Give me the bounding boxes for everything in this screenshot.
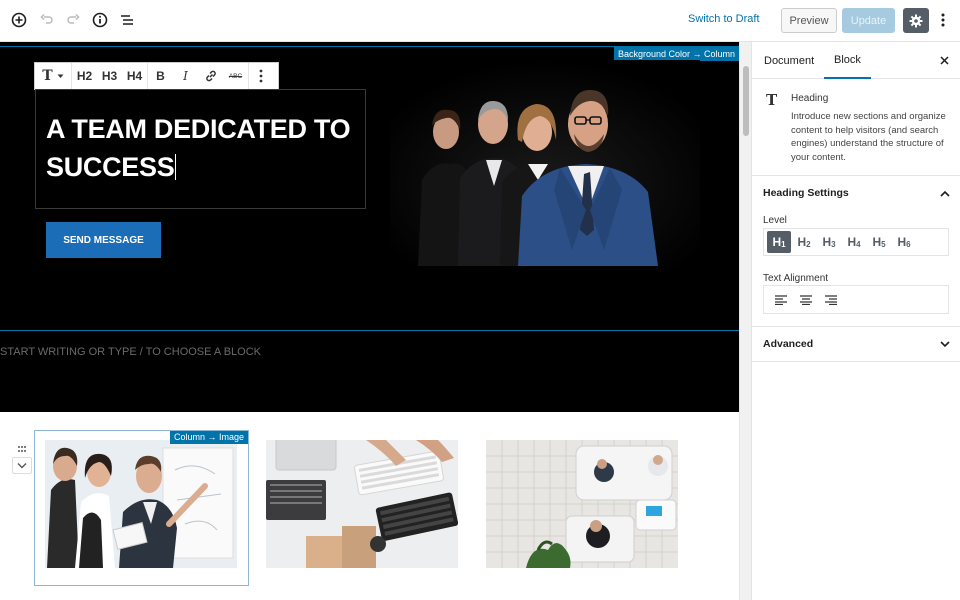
block-more-options-button[interactable] [249, 63, 273, 89]
redo-icon[interactable] [63, 10, 83, 30]
sidebar-tabs: Document Block [752, 42, 960, 79]
level-h6-button[interactable]: H6 [892, 231, 916, 253]
block-divider [0, 330, 739, 331]
office-lounge-image[interactable] [486, 440, 678, 568]
level-h3-button[interactable]: H3 [817, 231, 841, 253]
advanced-panel-toggle[interactable]: Advanced [752, 327, 960, 361]
close-sidebar-button[interactable] [937, 53, 951, 67]
tab-block[interactable]: Block [824, 42, 871, 79]
team-photo[interactable] [390, 60, 700, 266]
hero-section[interactable]: Background Color → Column T H2 H3 H4 B I… [0, 42, 739, 412]
italic-button[interactable]: I [173, 63, 198, 89]
panel-divider [752, 361, 960, 362]
chevron-up-icon [940, 190, 950, 197]
plus-circle-icon[interactable] [9, 10, 29, 30]
strikethrough-button[interactable]: ABC [223, 63, 248, 89]
text-alignment-selector [763, 285, 949, 314]
heading-level-3-button[interactable]: H3 [97, 63, 122, 89]
update-button[interactable]: Update [842, 8, 895, 33]
editor-topbar: Switch to Draft Preview Update [0, 0, 960, 42]
block-card-description: Introduce new sections and organize cont… [791, 111, 946, 163]
align-right-button[interactable] [819, 290, 843, 310]
align-left-icon [775, 294, 787, 305]
chevron-down-icon [57, 74, 64, 78]
info-icon[interactable] [90, 10, 110, 30]
tab-document[interactable]: Document [764, 42, 814, 79]
chevron-down-icon [940, 340, 950, 347]
desk-keyboard-image[interactable] [266, 440, 458, 568]
close-icon [939, 55, 949, 65]
block-card-title: Heading [791, 93, 829, 104]
switch-to-draft-button[interactable]: Switch to Draft [688, 13, 760, 25]
heading-level-2-button[interactable]: H2 [72, 63, 97, 89]
vertical-ellipsis-icon [259, 69, 263, 83]
column-image-breadcrumb[interactable]: Column → Image [169, 431, 248, 444]
level-h2-button[interactable]: H2 [792, 231, 816, 253]
link-icon [205, 70, 216, 82]
heading-block-icon: T [766, 91, 778, 109]
align-center-icon [800, 294, 812, 305]
undo-icon[interactable] [37, 10, 57, 30]
block-mover [12, 440, 32, 476]
block-placeholder[interactable]: START WRITING OR TYPE / TO CHOOSE A BLOC… [0, 346, 261, 358]
align-right-icon [825, 294, 837, 305]
send-message-button[interactable]: SEND MESSAGE [46, 222, 161, 258]
level-label: Level [763, 215, 787, 226]
drag-handle-icon[interactable] [12, 440, 32, 457]
gear-icon [909, 14, 923, 27]
heading-block[interactable]: A TEAM DEDICATED TO SUCCESS [35, 89, 366, 209]
level-h5-button[interactable]: H5 [867, 231, 891, 253]
align-left-button[interactable] [769, 290, 793, 310]
paragraph-icon: T [42, 68, 53, 84]
heading-level-4-button[interactable]: H4 [122, 63, 147, 89]
text-alignment-label: Text Alignment [763, 273, 829, 284]
align-center-button[interactable] [794, 290, 818, 310]
heading-level-selector: H1 H2 H3 H4 H5 H6 [763, 228, 949, 256]
editor-scrollbar[interactable] [739, 42, 751, 600]
block-type-switcher[interactable]: T [35, 63, 71, 89]
level-h4-button[interactable]: H4 [842, 231, 866, 253]
level-h1-button[interactable]: H1 [767, 231, 791, 253]
list-icon[interactable] [117, 10, 137, 30]
background-color-breadcrumb[interactable]: Background Color → Column [613, 47, 739, 61]
selected-column-block[interactable]: Column → Image [34, 430, 249, 586]
block-card: T Heading Introduce new sections and org… [752, 79, 960, 176]
settings-button[interactable] [903, 8, 929, 33]
hero-heading: A TEAM DEDICATED TO SUCCESS [46, 114, 351, 182]
link-button[interactable] [198, 63, 223, 89]
heading-settings-title: Heading Settings [763, 187, 849, 199]
bold-button[interactable]: B [148, 63, 173, 89]
editor-canvas: Background Color → Column T H2 H3 H4 B I… [0, 42, 739, 600]
settings-sidebar: Document Block T Heading Introduce new s… [751, 42, 960, 600]
text-cursor [175, 154, 177, 180]
advanced-title: Advanced [763, 338, 814, 350]
scrollbar-thumb[interactable] [743, 66, 749, 136]
more-options-button[interactable] [935, 10, 951, 30]
heading-settings-panel-toggle[interactable]: Heading Settings [752, 176, 960, 210]
block-toolbar: T H2 H3 H4 B I ABC [34, 62, 279, 90]
vertical-ellipsis-icon [941, 13, 945, 27]
move-down-icon[interactable] [12, 457, 32, 474]
preview-button[interactable]: Preview [781, 8, 837, 33]
